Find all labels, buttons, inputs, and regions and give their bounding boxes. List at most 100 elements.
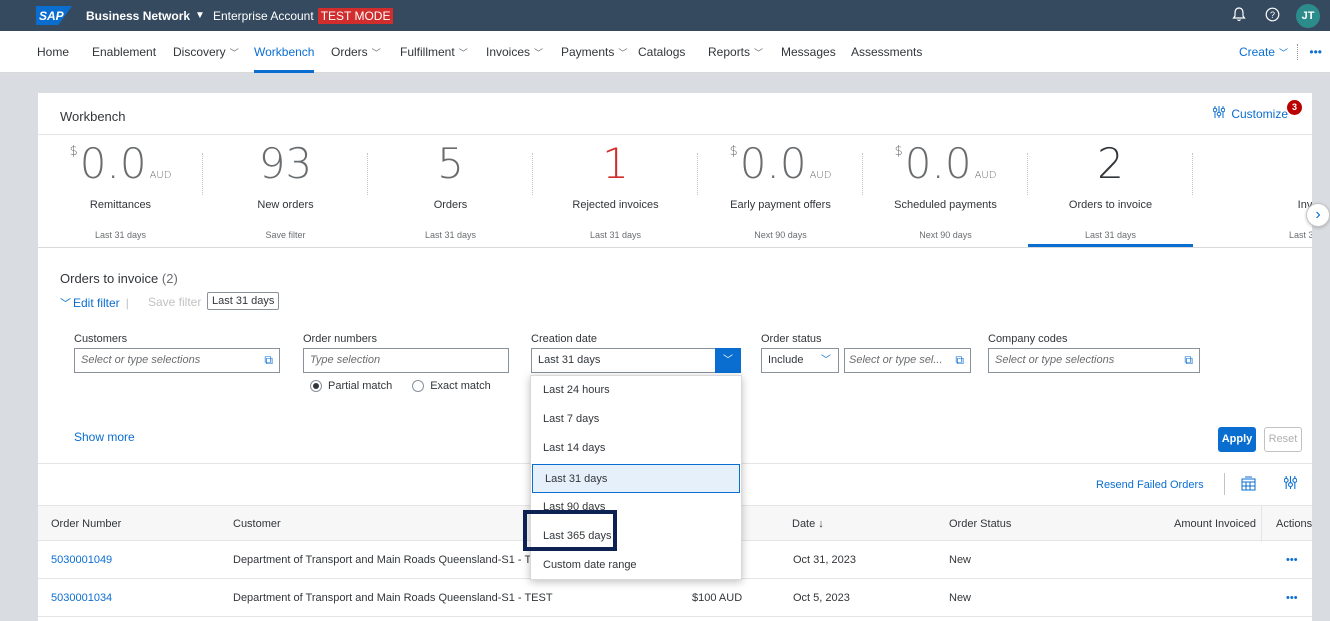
tile-currency: $ (894, 144, 903, 159)
tile-invoices[interactable]: 5 Invoices Last 31 days (1193, 135, 1312, 247)
bell-icon[interactable] (1230, 7, 1248, 25)
tile-period: Next 90 days (754, 230, 807, 240)
tile-label: Remittances (89, 199, 152, 211)
order-numbers-input[interactable]: Type selection (303, 348, 509, 373)
tile-number: 1 (602, 139, 629, 188)
table-row[interactable]: 5030001034 Department of Transport and M… (38, 580, 1312, 617)
nav-fulfillment[interactable]: Fulfillment ﹀ (400, 31, 468, 73)
more-menu-icon[interactable]: ••• (1309, 31, 1322, 73)
chevron-down-icon: ﹀ (458, 48, 468, 58)
row-actions-icon[interactable]: ••• (1286, 542, 1298, 579)
tile-number: 0.0 (79, 139, 147, 188)
partial-match-label: Partial match (328, 380, 393, 392)
nav-enablement[interactable]: Enablement (92, 31, 156, 73)
nav-messages[interactable]: Messages (781, 31, 836, 73)
date-cell: Oct 31, 2023 (793, 554, 856, 566)
reset-button[interactable]: Reset (1264, 427, 1302, 452)
exact-match-radio[interactable] (412, 380, 425, 392)
toolbar-divider (1224, 473, 1225, 495)
tile-currency: $ (729, 144, 738, 159)
settings-sliders-icon[interactable] (1283, 476, 1298, 492)
order-number-link[interactable]: 5030001049 (51, 542, 112, 579)
include-select[interactable]: Include ﹀ (761, 348, 839, 373)
value-help-icon[interactable]: ⧉ (264, 349, 273, 372)
tile-orders[interactable]: 5 Orders Last 31 days (368, 135, 533, 247)
nav-discovery[interactable]: Discovery ﹀ (173, 31, 239, 73)
nav-assessments[interactable]: Assessments (851, 31, 922, 73)
chevron-down-icon: ﹀ (60, 298, 71, 310)
nav-payments[interactable]: Payments ﹀ (561, 31, 627, 73)
customize-label: Customize (1231, 107, 1288, 121)
chevron-down-icon: ﹀ (821, 355, 831, 366)
company-codes-placeholder: Select or type selections (995, 354, 1115, 366)
order-status-input[interactable]: Select or type sel... ⧉ (844, 348, 971, 373)
col-order-status[interactable]: Order Status (949, 506, 1011, 542)
row-actions-icon[interactable]: ••• (1286, 580, 1298, 617)
export-icon[interactable] (1241, 476, 1256, 494)
value-help-icon[interactable]: ⧉ (1184, 349, 1193, 372)
sap-logo[interactable]: SAP (36, 6, 72, 25)
avatar[interactable]: JT (1296, 4, 1320, 28)
tile-orders-to-invoice[interactable]: 2 Orders to invoice Last 31 days (1028, 135, 1193, 247)
creation-date-value: Last 31 days (538, 354, 601, 366)
option-custom-date-range[interactable]: Custom date range (531, 551, 741, 580)
account-type: Enterprise Account (212, 8, 314, 23)
chevron-down-icon[interactable]: ﹀ (715, 348, 741, 373)
order-number-link[interactable]: 5030001034 (51, 580, 112, 617)
chevron-down-icon: ﹀ (754, 48, 764, 58)
chevron-down-icon: ﹀ (1278, 48, 1288, 58)
creation-date-select[interactable]: Last 31 days ﹀ (531, 348, 741, 373)
company-codes-input[interactable]: Select or type selections ⧉ (988, 348, 1200, 373)
nav-orders[interactable]: Orders ﹀ (331, 31, 381, 73)
option-last-7-days[interactable]: Last 7 days (531, 405, 741, 434)
col-order-number[interactable]: Order Number (51, 506, 121, 542)
tile-remittances[interactable]: $0.0 AUD Remittances Last 31 days (38, 135, 203, 247)
test-mode-badge: TEST MODE (317, 7, 394, 24)
tile-value: 5 (368, 141, 533, 187)
resend-failed-orders-link[interactable]: Resend Failed Orders (1096, 479, 1204, 491)
nav-catalogs-label: Catalogs (638, 45, 686, 59)
apply-button[interactable]: Apply (1218, 427, 1256, 452)
tile-early-payment-offers[interactable]: $0.0 AUD Early payment offers Next 90 day… (698, 135, 863, 247)
col-amount-invoiced[interactable]: Amount Invoiced (1174, 506, 1256, 542)
nav-reports[interactable]: Reports ﹀ (708, 31, 763, 73)
chevron-down-icon: ﹀ (618, 48, 628, 58)
match-options: Partial match Exact match (310, 380, 491, 392)
nav-workbench-label: Workbench (254, 45, 315, 59)
tile-number: 5 (437, 139, 464, 188)
option-last-31-days[interactable]: Last 31 days (532, 464, 740, 493)
tile-number: 0.0 (739, 139, 807, 188)
col-date[interactable]: Date ↓ (792, 506, 824, 542)
product-caret-icon[interactable]: ▼ (195, 10, 205, 21)
option-last-14-days[interactable]: Last 14 days (531, 434, 741, 463)
tile-label: Rejected invoices (572, 199, 659, 211)
customers-placeholder: Select or type selections (81, 354, 201, 366)
tile-rejected-invoices[interactable]: 1 Rejected invoices Last 31 days (533, 135, 698, 247)
nav-catalogs[interactable]: Catalogs (638, 31, 685, 73)
edit-filter-button[interactable]: ﹀ Edit filter | (60, 295, 129, 311)
tile-new-orders[interactable]: 93 New orders Save filter (203, 135, 368, 247)
nav-workbench[interactable]: Workbench (254, 31, 315, 73)
create-menu[interactable]: Create ﹀ (1239, 31, 1288, 73)
partial-match-radio[interactable] (310, 380, 322, 392)
tile-scheduled-payments[interactable]: $0.0 AUD Scheduled payments Next 90 days (863, 135, 1028, 247)
create-label: Create (1238, 45, 1275, 59)
option-last-24-hours[interactable]: Last 24 hours (531, 376, 741, 405)
company-codes-label: Company codes (988, 333, 1068, 345)
customers-input[interactable]: Select or type selections ⧉ (74, 348, 280, 373)
tile-invoices-content: 5 Invoices Last 31 days (1193, 141, 1312, 241)
status-cell: New (949, 554, 972, 566)
tile-value: 2 (1028, 141, 1193, 187)
filter-chip[interactable]: Last 31 days (207, 292, 280, 310)
customize-button[interactable]: Customize (1212, 106, 1288, 121)
value-help-icon[interactable]: ⧉ (955, 349, 964, 372)
chevron-right-icon[interactable]: › (1306, 203, 1330, 227)
tile-value: 93 (203, 141, 368, 187)
nav-home[interactable]: Home (37, 31, 69, 73)
help-icon[interactable]: ? (1263, 7, 1281, 25)
product-name[interactable]: Business Network (86, 9, 190, 23)
col-customer[interactable]: Customer (233, 506, 281, 542)
nav-invoices[interactable]: Invoices ﹀ (486, 31, 543, 73)
save-filter-button[interactable]: Save filter| (148, 295, 210, 309)
show-more-link[interactable]: Show more (74, 430, 135, 444)
